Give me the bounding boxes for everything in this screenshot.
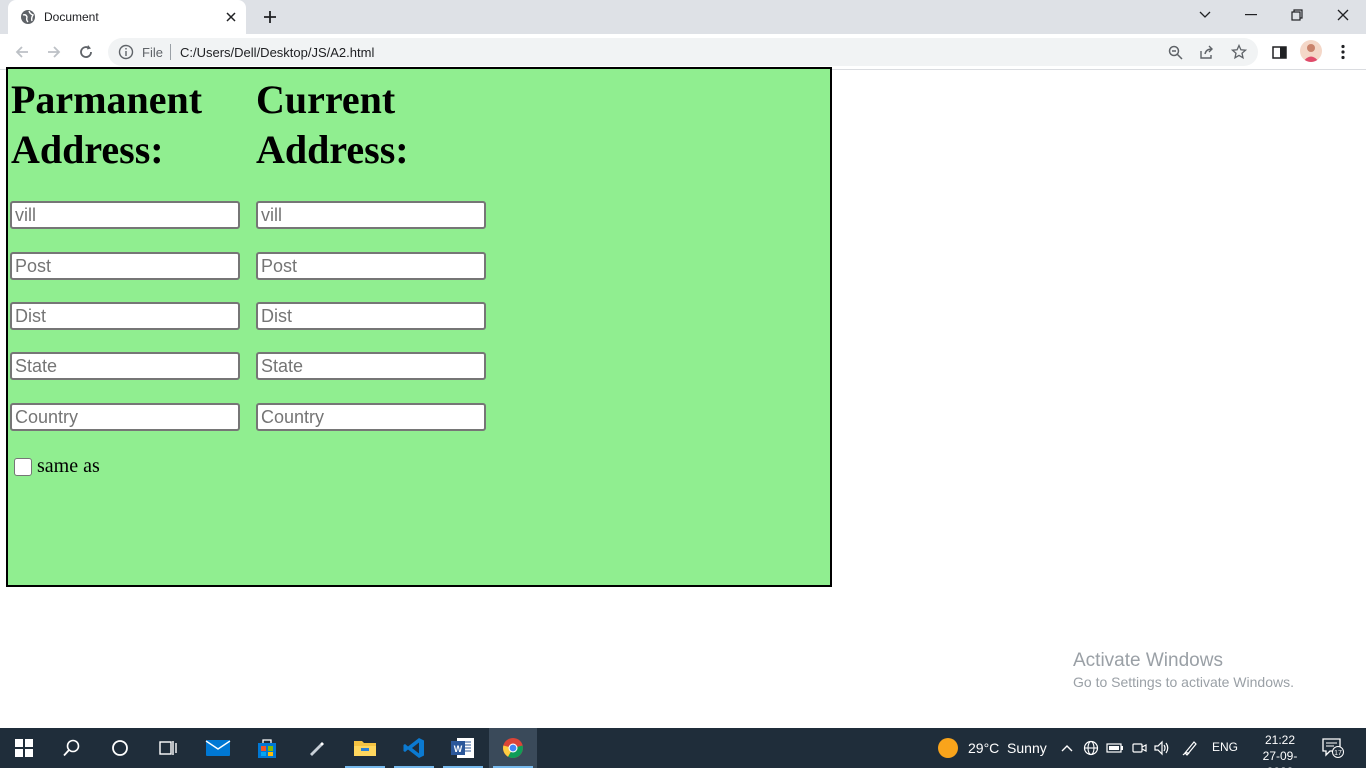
word-icon[interactable]: W: [439, 728, 487, 768]
address-form: Parmanent Address: Current Address: same…: [6, 67, 832, 587]
svg-text:W: W: [454, 744, 463, 754]
clock-time: 21:22: [1264, 733, 1296, 747]
search-icon[interactable]: [48, 728, 96, 768]
windows-taskbar: W 29°C Sunny ENG 21:22 27-09-2022 17: [0, 728, 1366, 779]
chevron-up-icon[interactable]: [1057, 738, 1077, 758]
globe-icon: [21, 10, 35, 24]
page-viewport: Parmanent Address: Current Address: same…: [0, 67, 1366, 728]
current-state-input[interactable]: [256, 352, 486, 380]
permanent-vill-input[interactable]: [10, 201, 240, 229]
current-vill-input[interactable]: [256, 201, 486, 229]
activate-windows-watermark: Activate Windows Go to Settings to activ…: [1073, 650, 1294, 690]
browser-toolbar: File C:/Users/Dell/Desktop/JS/A2.html: [0, 34, 1366, 70]
notification-center-icon[interactable]: 17: [1322, 738, 1344, 758]
url-text[interactable]: C:/Users/Dell/Desktop/JS/A2.html: [180, 45, 374, 60]
mail-icon[interactable]: [194, 728, 242, 768]
volume-icon[interactable]: [1152, 738, 1172, 758]
reload-button[interactable]: [74, 40, 98, 64]
language-indicator[interactable]: ENG: [1212, 740, 1238, 754]
tab-title: Document: [44, 10, 99, 24]
current-dist-input[interactable]: [256, 302, 486, 330]
vscode-icon[interactable]: [390, 728, 438, 768]
weather-widget[interactable]: 29°C Sunny: [938, 738, 1047, 758]
sun-icon: [938, 738, 958, 758]
current-heading-line2: Address:: [256, 127, 409, 172]
bookmark-star-icon[interactable]: [1230, 43, 1248, 61]
permanent-post-input[interactable]: [10, 252, 240, 280]
camera-icon[interactable]: [1129, 738, 1149, 758]
pen-workspace-icon[interactable]: [1180, 738, 1200, 758]
battery-icon[interactable]: [1105, 738, 1125, 758]
tab-search-icon[interactable]: [1182, 0, 1228, 30]
forward-button[interactable]: [42, 40, 66, 64]
permanent-heading-line2: Address:: [11, 127, 164, 172]
back-button[interactable]: [10, 40, 34, 64]
address-bar[interactable]: File C:/Users/Dell/Desktop/JS/A2.html: [108, 38, 1258, 66]
permanent-heading-line1: Parmanent: [11, 77, 203, 122]
permanent-state-input[interactable]: [10, 352, 240, 380]
permanent-address-heading: Parmanent Address:: [11, 75, 202, 175]
current-address-heading: Current Address:: [256, 75, 409, 175]
permanent-country-input[interactable]: [10, 403, 240, 431]
current-address-column: Current Address:: [256, 69, 409, 175]
task-view-icon[interactable]: [144, 728, 192, 768]
cortana-icon[interactable]: [96, 728, 144, 768]
clock-date: 27-09-2022: [1262, 749, 1298, 779]
restore-button[interactable]: [1274, 0, 1320, 30]
start-button[interactable]: [0, 728, 48, 768]
new-tab-button[interactable]: [258, 6, 282, 28]
permanent-address-column: Parmanent Address:: [11, 69, 202, 175]
same-as-label[interactable]: same as: [37, 455, 100, 478]
same-as-checkbox[interactable]: [14, 457, 32, 476]
close-tab-icon[interactable]: [222, 8, 240, 26]
current-post-input[interactable]: [256, 252, 486, 280]
omnibox-separator: [170, 44, 171, 60]
weather-text: 29°C Sunny: [968, 740, 1047, 756]
tab-strip: Document: [0, 0, 1366, 34]
watermark-title: Activate Windows: [1073, 650, 1223, 671]
notification-count: 17: [1334, 750, 1342, 757]
watermark-subtitle: Go to Settings to activate Windows.: [1073, 674, 1294, 690]
file-scheme-label: File: [142, 45, 163, 60]
profile-avatar[interactable]: [1300, 40, 1322, 62]
kebab-menu-icon[interactable]: [1332, 41, 1354, 63]
pen-tool-icon[interactable]: [292, 728, 340, 768]
minimize-button[interactable]: [1228, 0, 1274, 30]
permanent-dist-input[interactable]: [10, 302, 240, 330]
side-panel-icon[interactable]: [1268, 41, 1290, 63]
file-explorer-icon[interactable]: [341, 728, 389, 768]
close-window-button[interactable]: [1320, 0, 1366, 30]
browser-tab[interactable]: Document: [8, 0, 246, 34]
microsoft-store-icon[interactable]: [243, 728, 291, 768]
chrome-icon[interactable]: [489, 728, 537, 768]
share-icon[interactable]: [1198, 43, 1216, 61]
info-icon[interactable]: [118, 44, 134, 60]
same-as-row: same as: [14, 455, 100, 478]
current-country-input[interactable]: [256, 403, 486, 431]
current-heading-line1: Current: [256, 77, 396, 122]
system-clock[interactable]: 21:22 27-09-2022: [1252, 732, 1308, 780]
network-globe-icon[interactable]: [1081, 738, 1101, 758]
zoom-icon[interactable]: [1166, 43, 1184, 61]
